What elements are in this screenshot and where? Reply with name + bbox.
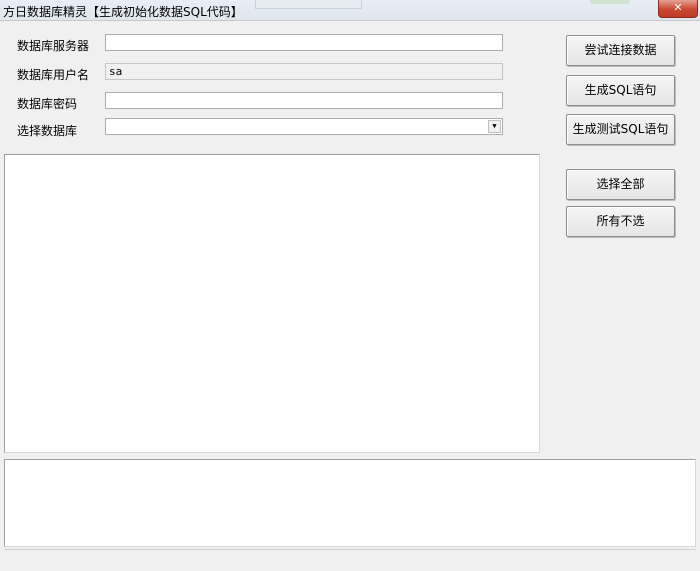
password-input[interactable] bbox=[105, 92, 503, 109]
test-connection-button[interactable]: 尝试连接数据 bbox=[566, 35, 675, 66]
password-label: 数据库密码 bbox=[17, 97, 78, 111]
background-window-edge-2 bbox=[590, 0, 630, 4]
username-input[interactable]: sa bbox=[105, 63, 503, 80]
generate-sql-button[interactable]: 生成SQL语句 bbox=[566, 75, 675, 106]
username-label: 数据库用户名 bbox=[17, 68, 90, 82]
window-title: 方日数据库精灵【生成初始化数据SQL代码】 bbox=[3, 5, 243, 19]
server-input[interactable] bbox=[105, 34, 503, 51]
chevron-down-icon[interactable]: ▼ bbox=[488, 120, 501, 133]
select-all-button[interactable]: 选择全部 bbox=[566, 169, 675, 200]
select-none-button[interactable]: 所有不选 bbox=[566, 206, 675, 237]
background-window-edge bbox=[255, 0, 362, 9]
server-label: 数据库服务器 bbox=[17, 39, 90, 53]
title-bar[interactable]: 方日数据库精灵【生成初始化数据SQL代码】 ✕ bbox=[0, 0, 700, 20]
database-label: 选择数据库 bbox=[17, 124, 78, 138]
sql-output-textarea[interactable] bbox=[4, 459, 696, 547]
generate-test-sql-button[interactable]: 生成测试SQL语句 bbox=[566, 114, 675, 145]
close-button[interactable]: ✕ bbox=[658, 0, 698, 18]
table-list[interactable] bbox=[4, 154, 540, 453]
database-select[interactable]: ▼ bbox=[105, 118, 503, 135]
status-bar bbox=[4, 549, 696, 567]
